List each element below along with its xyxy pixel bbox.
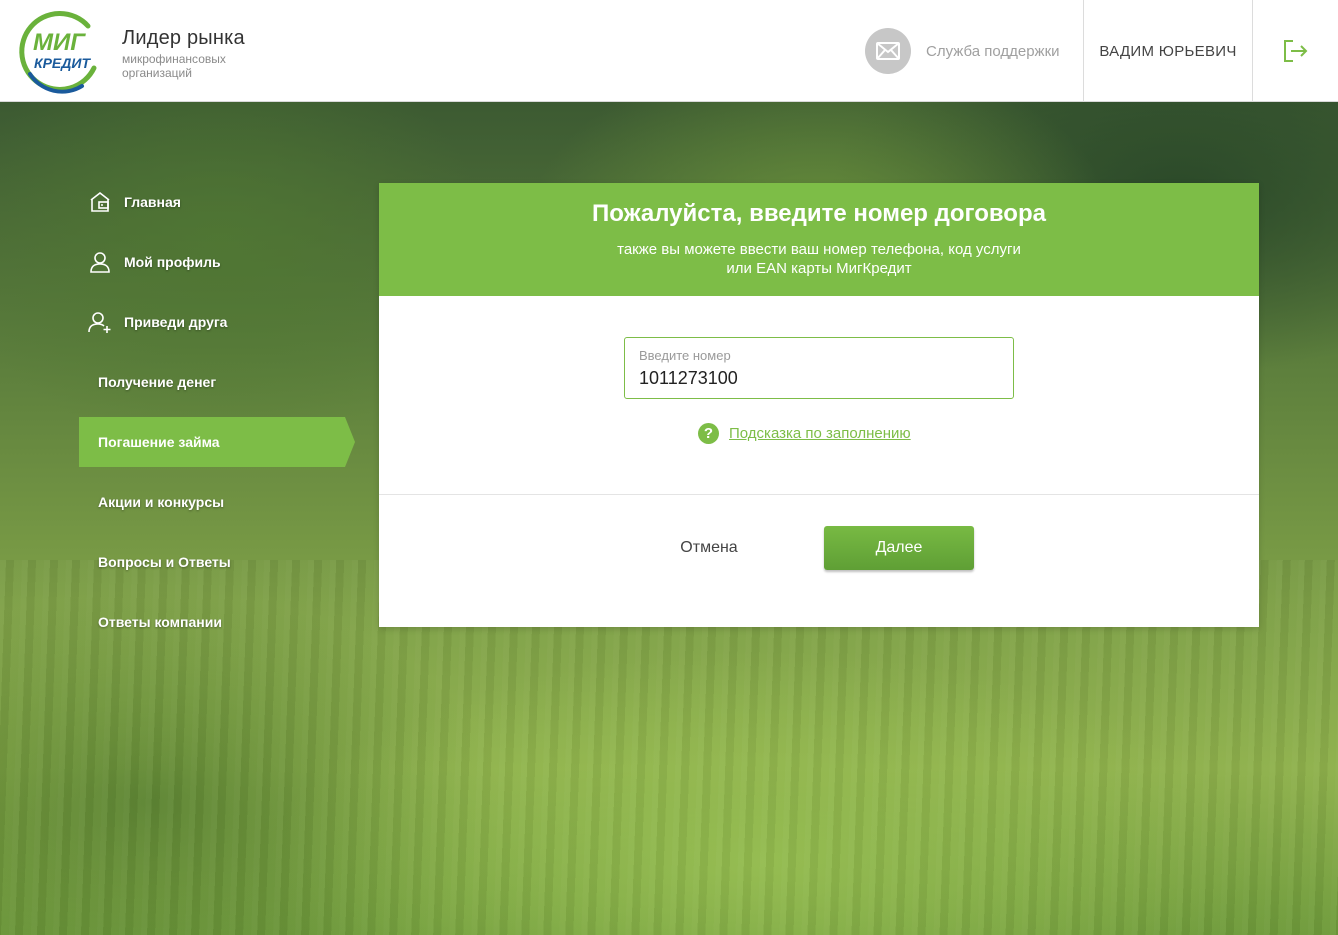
contract-number-field[interactable]: Введите номер — [624, 337, 1014, 399]
sidebar-item-label: Мой профиль — [124, 254, 221, 270]
sidebar-item-get-money[interactable]: Получение денег — [79, 357, 359, 407]
migkredit-logo[interactable]: МИГ КРЕДИТ — [16, 10, 102, 94]
sidebar-item-label: Погашение займа — [98, 434, 220, 450]
fill-hint-link[interactable]: ? Подсказка по заполнению — [698, 423, 911, 444]
dialog-subtitle-line: или EAN карты МигКредит — [726, 260, 912, 277]
dialog-title: Пожалуйста, введите номер договора — [592, 200, 1046, 227]
user-name[interactable]: ВАДИМ ЮРЬЕВИЧ — [1084, 0, 1252, 102]
logout-button[interactable] — [1253, 0, 1338, 102]
sidebar-item-label: Ответы компании — [98, 614, 222, 630]
contract-number-dialog: Пожалуйста, введите номер договора также… — [379, 183, 1259, 627]
contract-number-input[interactable] — [639, 366, 999, 390]
brand-title: Лидер рынка — [122, 27, 245, 49]
dialog-header: Пожалуйста, введите номер договора также… — [379, 183, 1259, 296]
user-icon — [88, 250, 112, 274]
home-wallet-icon — [88, 190, 112, 214]
next-button[interactable]: Далее — [824, 526, 974, 570]
top-header: МИГ КРЕДИТ Лидер рынка микрофинансовых о… — [0, 0, 1338, 102]
dialog-subtitle-line: также вы можете ввести ваш номер телефон… — [617, 241, 1021, 258]
sidebar-nav: Главная Мой профиль Приведи друга Получе… — [79, 177, 359, 657]
dialog-subtitle: также вы можете ввести ваш номер телефон… — [379, 240, 1259, 278]
brand-block: Лидер рынка микрофинансовых организаций — [122, 27, 252, 80]
support-label: Служба поддержки — [926, 42, 1060, 60]
sidebar-item-label: Акции и конкурсы — [98, 494, 225, 510]
svg-text:МИГ: МИГ — [33, 29, 86, 56]
add-user-icon — [88, 310, 112, 334]
sidebar-item-profile[interactable]: Мой профиль — [79, 237, 359, 287]
sidebar-item-label: Главная — [124, 194, 181, 210]
hint-label: Подсказка по заполнению — [729, 425, 911, 442]
sidebar-item-label: Вопросы и Ответы — [98, 554, 231, 570]
dialog-divider — [379, 494, 1259, 495]
sidebar-item-invite-friend[interactable]: Приведи друга — [79, 297, 359, 347]
brand-subtitle: микрофинансовых организаций — [122, 52, 226, 80]
sidebar-item-label: Приведи друга — [124, 314, 228, 330]
sidebar-item-company-answers[interactable]: Ответы компании — [79, 597, 359, 647]
envelope-icon — [865, 28, 911, 74]
support-link[interactable]: Служба поддержки — [865, 28, 1060, 74]
logout-icon — [1283, 40, 1307, 62]
sidebar-item-promotions[interactable]: Акции и конкурсы — [79, 477, 359, 527]
field-label: Введите номер — [639, 348, 731, 363]
sidebar-item-label: Получение денег — [98, 374, 217, 390]
sidebar-item-home[interactable]: Главная — [79, 177, 359, 227]
sidebar-item-faq[interactable]: Вопросы и Ответы — [79, 537, 359, 587]
svg-text:КРЕДИТ: КРЕДИТ — [34, 55, 91, 71]
cancel-button[interactable]: Отмена — [659, 526, 759, 570]
sidebar-item-loan-repayment[interactable]: Погашение займа — [79, 417, 355, 467]
help-icon: ? — [698, 423, 719, 444]
